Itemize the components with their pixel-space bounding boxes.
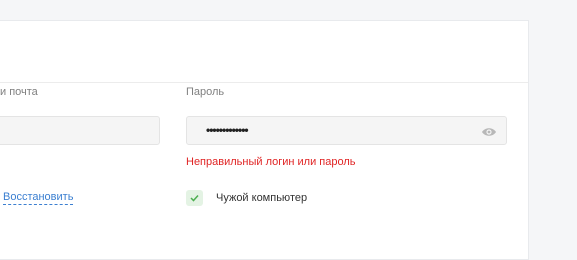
password-value: ••••••••••••• <box>206 123 249 137</box>
remember-checkbox[interactable] <box>186 190 203 206</box>
check-icon <box>190 194 199 202</box>
password-error-message: Неправильный логин или пароль <box>186 156 356 168</box>
password-label: Пароль <box>186 86 225 98</box>
remember-checkbox-label[interactable]: Чужой компьютер <box>216 192 307 204</box>
restore-password-link[interactable]: Восстановить <box>3 191 74 205</box>
login-label: и почта <box>0 86 38 98</box>
card-header <box>0 21 528 83</box>
password-input[interactable]: ••••••••••••• <box>186 116 507 145</box>
eye-icon[interactable] <box>481 125 497 137</box>
login-input[interactable] <box>0 116 160 145</box>
